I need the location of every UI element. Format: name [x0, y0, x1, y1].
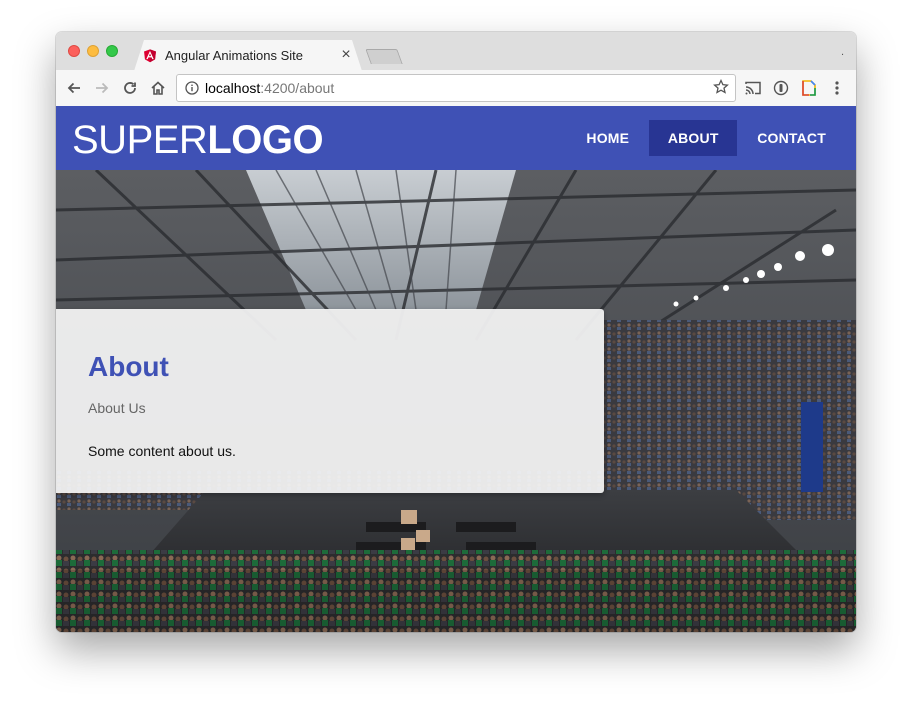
arrow-right-icon — [96, 82, 109, 94]
nav-home-link[interactable]: HOME — [566, 120, 649, 156]
titlebar-dot: . — [840, 46, 844, 58]
new-tab-button[interactable] — [365, 49, 403, 64]
bookmark-star-icon[interactable] — [713, 79, 729, 95]
reload-button[interactable] — [120, 78, 140, 98]
tab-close-icon[interactable]: × — [338, 47, 354, 63]
close-window-button[interactable] — [68, 45, 80, 57]
about-card: About About Us Some content about us. — [56, 309, 604, 493]
home-icon — [151, 81, 165, 95]
colorful-extension-icon — [802, 80, 816, 96]
page-content: Some content about us. — [88, 443, 236, 459]
logo-bold-text: LOGO — [207, 118, 324, 162]
url-host: localhost — [205, 80, 261, 96]
logo-light-text: SUPER — [72, 118, 208, 162]
app-header: SUPERLOGO HOME ABOUT CONTACT — [56, 106, 856, 170]
browser-toolbar: localhost:4200/about — [56, 70, 856, 107]
page-subtitle: About Us — [88, 400, 146, 416]
title-bar: Angular Animations Site × . — [56, 32, 856, 71]
extension-button[interactable] — [772, 79, 790, 97]
tab-title: Angular Animations Site — [165, 47, 304, 63]
info-icon[interactable] — [185, 81, 199, 95]
cast-icon — [745, 81, 761, 95]
maximize-window-button[interactable] — [106, 45, 118, 57]
reload-icon — [124, 82, 136, 94]
browser-tab-content[interactable]: Angular Animations Site × — [142, 40, 354, 70]
minimize-window-button[interactable] — [87, 45, 99, 57]
web-page: SUPERLOGO HOME ABOUT CONTACT About About… — [56, 106, 856, 632]
page-title: About — [88, 351, 169, 382]
cast-button[interactable] — [744, 79, 762, 97]
site-logo[interactable]: SUPERLOGO — [72, 118, 324, 162]
arrow-left-icon — [67, 82, 80, 94]
nav-contact-link[interactable]: CONTACT — [737, 120, 846, 156]
browser-window: Angular Animations Site × . localhost:42… — [56, 32, 856, 632]
more-vertical-icon — [835, 81, 839, 95]
nav-about-link[interactable]: ABOUT — [649, 120, 738, 156]
extension-info-icon — [773, 80, 789, 96]
main-nav: HOME ABOUT CONTACT — [566, 120, 846, 156]
url-text[interactable]: localhost:4200/about — [205, 80, 334, 96]
forward-button[interactable] — [92, 78, 112, 98]
angular-icon — [144, 48, 156, 62]
url-path: :4200/about — [260, 80, 335, 96]
home-button[interactable] — [148, 78, 168, 98]
address-bar[interactable]: localhost:4200/about — [176, 74, 736, 102]
hero-background-image: About About Us Some content about us. — [56, 170, 856, 632]
back-button[interactable] — [64, 78, 84, 98]
menu-button[interactable] — [828, 79, 846, 97]
extension-button-2[interactable] — [800, 79, 818, 97]
